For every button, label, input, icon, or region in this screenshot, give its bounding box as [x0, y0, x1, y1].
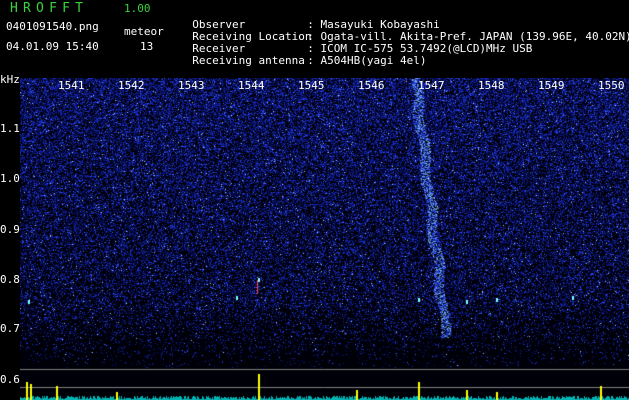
count-label: 13	[140, 40, 154, 53]
datetime-label: 04.01.09 15:40	[6, 40, 99, 53]
info-row-antenna: Receiving antenna: A504HB(yagi 4el)	[179, 41, 426, 67]
x-tick-label: 1541	[58, 79, 85, 92]
y-tick-label: 0.7	[0, 322, 20, 335]
y-axis-unit: kHz	[0, 73, 20, 86]
x-tick-label: 1543	[178, 79, 205, 92]
version-label: 1.00	[124, 2, 151, 15]
x-tick-label: 1549	[538, 79, 565, 92]
x-tick-label: 1546	[358, 79, 385, 92]
x-tick-label: 1545	[298, 79, 325, 92]
y-tick-label: 0.6	[0, 373, 20, 386]
info-value: : A504HB(yagi 4el)	[307, 54, 427, 67]
x-tick-label: 1547	[418, 79, 445, 92]
app-title: HROFFT	[10, 1, 89, 16]
y-tick-label: 0.9	[0, 223, 20, 236]
info-label: Receiving antenna	[192, 54, 305, 67]
y-tick-label: 1.0	[0, 172, 20, 185]
mode-label: meteor	[124, 25, 164, 38]
x-tick-label: 1548	[478, 79, 505, 92]
spectrogram-canvas	[20, 78, 629, 400]
x-tick-label: 1550	[598, 79, 625, 92]
y-tick-label: 1.1	[0, 122, 20, 135]
x-tick-label: 1542	[118, 79, 145, 92]
x-tick-label: 1544	[238, 79, 265, 92]
y-tick-label: 0.8	[0, 273, 20, 286]
filename-label: 0401091540.png	[6, 20, 99, 33]
